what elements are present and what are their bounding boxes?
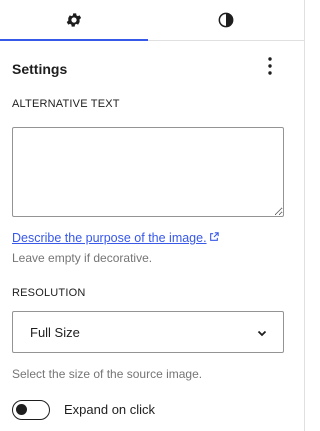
expand-on-click-toggle[interactable]: [12, 400, 50, 420]
alt-text-input[interactable]: [12, 127, 284, 217]
describe-purpose-link-text: Describe the purpose of the image.: [12, 231, 207, 245]
chevron-down-icon: [255, 326, 269, 340]
resolution-selected-value: Full Size: [30, 324, 80, 340]
external-link-icon: [209, 231, 219, 245]
vertical-ellipsis-icon: [268, 56, 272, 80]
gear-icon: [65, 11, 83, 29]
alt-text-label: ALTERNATIVE TEXT: [12, 98, 120, 110]
tab-settings[interactable]: [0, 0, 148, 41]
resolution-label: RESOLUTION: [12, 287, 86, 299]
settings-header: Settings: [0, 41, 304, 97]
expand-on-click-label: Expand on click: [64, 402, 156, 417]
sidebar-tabs: [0, 0, 304, 41]
resolution-help: Select the size of the source image.: [12, 367, 203, 381]
alt-text-help: Leave empty if decorative.: [12, 251, 153, 265]
panel-title: Settings: [12, 61, 68, 77]
block-settings-panel: Settings ALTERNATIVE TEXT Describe the p…: [0, 0, 305, 431]
options-menu-button[interactable]: [258, 56, 282, 80]
toggle-knob: [16, 404, 27, 415]
resolution-select[interactable]: Full Size: [12, 311, 284, 353]
tab-styles[interactable]: [148, 0, 304, 40]
half-circle-contrast-icon: [216, 10, 236, 30]
describe-purpose-link[interactable]: Describe the purpose of the image.: [12, 231, 219, 245]
